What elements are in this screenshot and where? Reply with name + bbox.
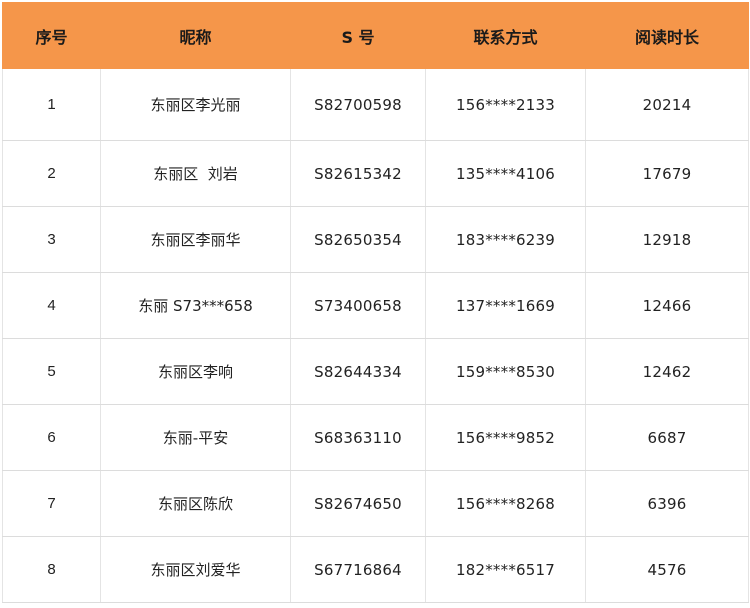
contact-cell: 159****8530 [425, 338, 586, 405]
rank-cell: 3 [2, 206, 101, 273]
contact-cell: 137****1669 [425, 272, 586, 339]
reading-ranking-table: 序号 昵称 S 号 联系方式 阅读时长 1 东丽区李光丽 S82700598 1… [2, 2, 749, 603]
header-reading-time: 阅读时长 [585, 2, 749, 69]
s-number-cell: S73400658 [290, 272, 426, 339]
contact-cell: 156****8268 [425, 470, 586, 537]
nickname-cell: 东丽区李光丽 [100, 68, 291, 141]
s-number-cell: S67716864 [290, 536, 426, 603]
s-number-cell: S68363110 [290, 404, 426, 471]
nickname-cell: 东丽 S73***658 [100, 272, 291, 339]
nickname-cell: 东丽区 刘岩 [100, 140, 291, 207]
reading-time-cell: 6396 [585, 470, 749, 537]
header-s-number: S 号 [290, 2, 426, 69]
contact-cell: 183****6239 [425, 206, 586, 273]
header-rank: 序号 [2, 2, 101, 69]
rank-cell: 7 [2, 470, 101, 537]
s-number-cell: S82650354 [290, 206, 426, 273]
table-row: 6 东丽-平安 S68363110 156****9852 6687 [2, 404, 749, 471]
reading-time-cell: 6687 [585, 404, 749, 471]
table-row: 4 东丽 S73***658 S73400658 137****1669 124… [2, 272, 749, 339]
rank-cell: 2 [2, 140, 101, 207]
nickname-cell: 东丽-平安 [100, 404, 291, 471]
s-number-cell: S82700598 [290, 68, 426, 141]
reading-time-cell: 12918 [585, 206, 749, 273]
reading-time-cell: 20214 [585, 68, 749, 141]
rank-cell: 8 [2, 536, 101, 603]
table-header-row: 序号 昵称 S 号 联系方式 阅读时长 [2, 2, 749, 69]
rank-cell: 6 [2, 404, 101, 471]
contact-cell: 182****6517 [425, 536, 586, 603]
header-nickname: 昵称 [100, 2, 291, 69]
reading-time-cell: 12462 [585, 338, 749, 405]
s-number-cell: S82674650 [290, 470, 426, 537]
table-row: 7 东丽区陈欣 S82674650 156****8268 6396 [2, 470, 749, 537]
reading-time-cell: 4576 [585, 536, 749, 603]
rank-cell: 4 [2, 272, 101, 339]
table-row: 1 东丽区李光丽 S82700598 156****2133 20214 [2, 68, 749, 141]
nickname-cell: 东丽区陈欣 [100, 470, 291, 537]
table-row: 8 东丽区刘爱华 S67716864 182****6517 4576 [2, 536, 749, 603]
s-number-cell: S82615342 [290, 140, 426, 207]
reading-time-cell: 12466 [585, 272, 749, 339]
contact-cell: 156****9852 [425, 404, 586, 471]
table-row: 2 东丽区 刘岩 S82615342 135****4106 17679 [2, 140, 749, 207]
rank-cell: 5 [2, 338, 101, 405]
nickname-cell: 东丽区李响 [100, 338, 291, 405]
reading-ranking-sheet: 序号 昵称 S 号 联系方式 阅读时长 1 东丽区李光丽 S82700598 1… [0, 0, 750, 608]
rank-cell: 1 [2, 68, 101, 141]
reading-time-cell: 17679 [585, 140, 749, 207]
table-row: 3 东丽区李丽华 S82650354 183****6239 12918 [2, 206, 749, 273]
header-contact: 联系方式 [425, 2, 586, 69]
nickname-cell: 东丽区李丽华 [100, 206, 291, 273]
s-number-cell: S82644334 [290, 338, 426, 405]
table-row: 5 东丽区李响 S82644334 159****8530 12462 [2, 338, 749, 405]
contact-cell: 156****2133 [425, 68, 586, 141]
contact-cell: 135****4106 [425, 140, 586, 207]
nickname-cell: 东丽区刘爱华 [100, 536, 291, 603]
